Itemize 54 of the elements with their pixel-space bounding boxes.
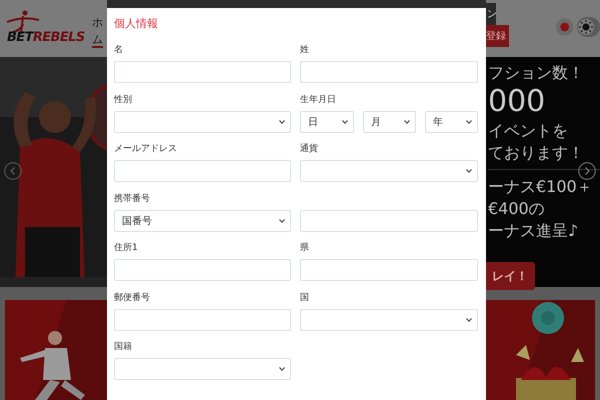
field-label: 郵便番号 xyxy=(114,292,151,304)
field-label: 生年月日 xyxy=(300,94,337,106)
promo-text: 000 xyxy=(488,84,546,120)
select-field[interactable]: 国番号 xyxy=(114,210,291,232)
login-button[interactable]: ン xyxy=(486,3,496,25)
promo-text: €400の xyxy=(488,198,546,220)
theme-toggle[interactable] xyxy=(577,17,600,37)
chevron-icon xyxy=(279,120,285,124)
field-label: メールアドレス xyxy=(114,143,178,156)
chevron-icon xyxy=(342,120,348,124)
nav-link[interactable]: ホ xyxy=(92,16,103,28)
promo-text: イベントを xyxy=(488,120,569,142)
text-field[interactable] xyxy=(114,61,291,83)
next-icon[interactable] xyxy=(578,162,596,180)
previous-icon[interactable] xyxy=(4,162,22,180)
text-field[interactable] xyxy=(114,160,291,182)
logo[interactable]: BETREBELS xyxy=(7,30,85,45)
field-label: 携帯番号 xyxy=(114,192,151,206)
sun-icon xyxy=(577,18,596,36)
play-button[interactable]: レイ！ xyxy=(486,262,535,290)
field-label: 住所1 xyxy=(114,242,139,255)
chevron-icon xyxy=(279,367,285,371)
chevron-icon xyxy=(466,318,472,322)
chevron-icon xyxy=(279,218,285,222)
text-field[interactable] xyxy=(114,308,291,330)
promo-text: ーナス€100＋ xyxy=(488,169,600,198)
field-label: 国籍 xyxy=(114,340,133,354)
select-field[interactable] xyxy=(114,110,291,132)
chevron-icon xyxy=(466,120,472,124)
flag-icon xyxy=(556,17,574,37)
promo-text: ております！ xyxy=(488,142,585,164)
select-field[interactable] xyxy=(114,358,291,380)
field-label: 姓 xyxy=(300,44,310,57)
chevron-icon xyxy=(466,169,472,173)
field-label: 通貨 xyxy=(300,142,319,156)
nav-link[interactable]: ム xyxy=(92,32,103,48)
register-button[interactable]: 登録 xyxy=(486,25,509,47)
text-field[interactable] xyxy=(114,259,291,281)
chevron-icon xyxy=(404,120,410,124)
field-label: 名 xyxy=(114,44,124,57)
select-field[interactable] xyxy=(300,308,478,330)
text-field[interactable] xyxy=(300,259,478,281)
field-label: 国 xyxy=(300,292,310,304)
promo-text: フション数！ xyxy=(488,62,585,84)
modal-title: 個人情報 xyxy=(114,16,159,32)
promo-text: ーナス進呈♪ xyxy=(488,220,580,242)
field-label: 性別 xyxy=(114,94,133,106)
select-field[interactable]: 年 xyxy=(425,110,478,132)
phone-field[interactable] xyxy=(300,210,478,232)
select-field[interactable]: 月 xyxy=(363,110,416,132)
field-label: 県 xyxy=(300,242,310,255)
select-field[interactable]: 日 xyxy=(300,110,354,132)
text-field[interactable] xyxy=(300,61,478,83)
select-field[interactable] xyxy=(300,160,478,182)
